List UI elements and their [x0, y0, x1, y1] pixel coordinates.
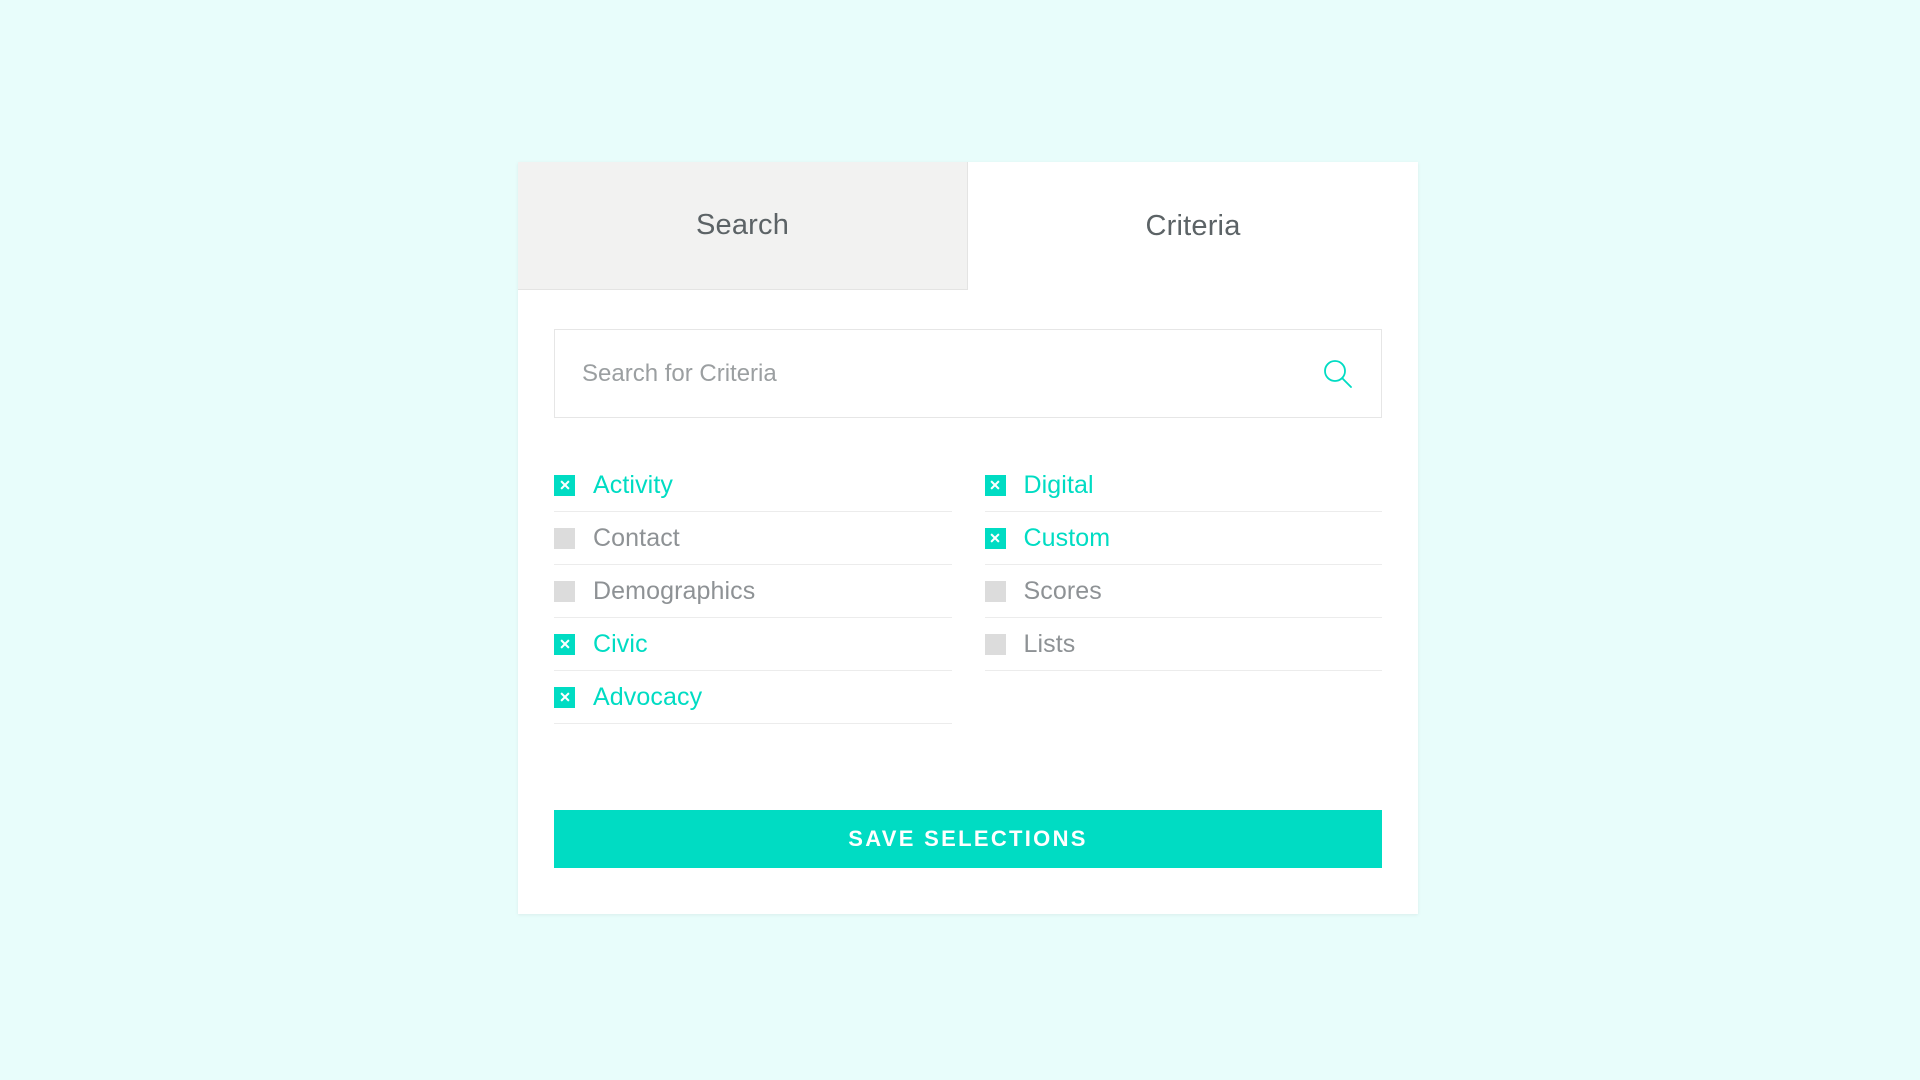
- criteria-item-label: Scores: [1023, 576, 1102, 605]
- tab-bar: Search Criteria: [518, 162, 1418, 290]
- criteria-item-label: Digital: [1023, 470, 1094, 499]
- checkbox-checked-icon[interactable]: [984, 527, 1006, 549]
- criteria-item[interactable]: Custom: [984, 512, 1382, 565]
- criteria-item[interactable]: Contact: [554, 512, 952, 565]
- save-selections-button[interactable]: SAVE SELECTIONS: [554, 810, 1382, 868]
- checkbox-checked-icon[interactable]: [984, 474, 1006, 496]
- tab-search-label: Search: [695, 209, 790, 241]
- criteria-item[interactable]: Lists: [984, 618, 1382, 671]
- checkbox-unchecked-icon[interactable]: [984, 580, 1006, 602]
- screen: Search Criteria Activity Contact Demograph…: [0, 0, 1920, 1080]
- checkbox-checked-icon[interactable]: [554, 474, 575, 496]
- criteria-item-label: Demographics: [593, 576, 756, 605]
- criteria-item[interactable]: Scores: [984, 565, 1382, 618]
- criteria-item-label: Lists: [1023, 629, 1076, 658]
- criteria-item-label: Advocacy: [593, 682, 703, 711]
- checkbox-checked-icon[interactable]: [554, 633, 575, 655]
- tab-criteria[interactable]: Criteria: [968, 162, 1418, 290]
- search-field-wrapper: [554, 329, 1382, 418]
- checkbox-unchecked-icon[interactable]: [554, 527, 575, 549]
- checkbox-unchecked-icon[interactable]: [554, 580, 575, 602]
- search-icon[interactable]: [1321, 357, 1355, 391]
- criteria-item[interactable]: Digital: [984, 459, 1382, 512]
- criteria-column-right: Digital Custom Scores Lists: [984, 459, 1382, 724]
- search-input[interactable]: [555, 330, 1381, 417]
- criteria-card: Search Criteria Activity Contact Demograph…: [518, 162, 1418, 914]
- criteria-item-label: Civic: [593, 629, 648, 658]
- tab-search[interactable]: Search: [518, 162, 968, 290]
- checkbox-unchecked-icon[interactable]: [984, 633, 1006, 655]
- checkbox-checked-icon[interactable]: [554, 686, 575, 708]
- criteria-item[interactable]: Advocacy: [554, 671, 952, 724]
- criteria-list: Activity Contact Demographics Civic Advocacy…: [554, 459, 1382, 724]
- criteria-item-label: Custom: [1023, 523, 1111, 552]
- criteria-item-label: Activity: [593, 470, 673, 499]
- tab-criteria-label: Criteria: [1145, 209, 1241, 242]
- criteria-item[interactable]: Civic: [554, 618, 952, 671]
- criteria-panel: Activity Contact Demographics Civic Advocacy…: [518, 329, 1418, 868]
- criteria-item[interactable]: Demographics: [554, 565, 952, 618]
- criteria-item-label: Contact: [593, 523, 680, 552]
- criteria-column-left: Activity Contact Demographics Civic Advocacy: [554, 459, 952, 724]
- criteria-item[interactable]: Activity: [554, 459, 952, 512]
